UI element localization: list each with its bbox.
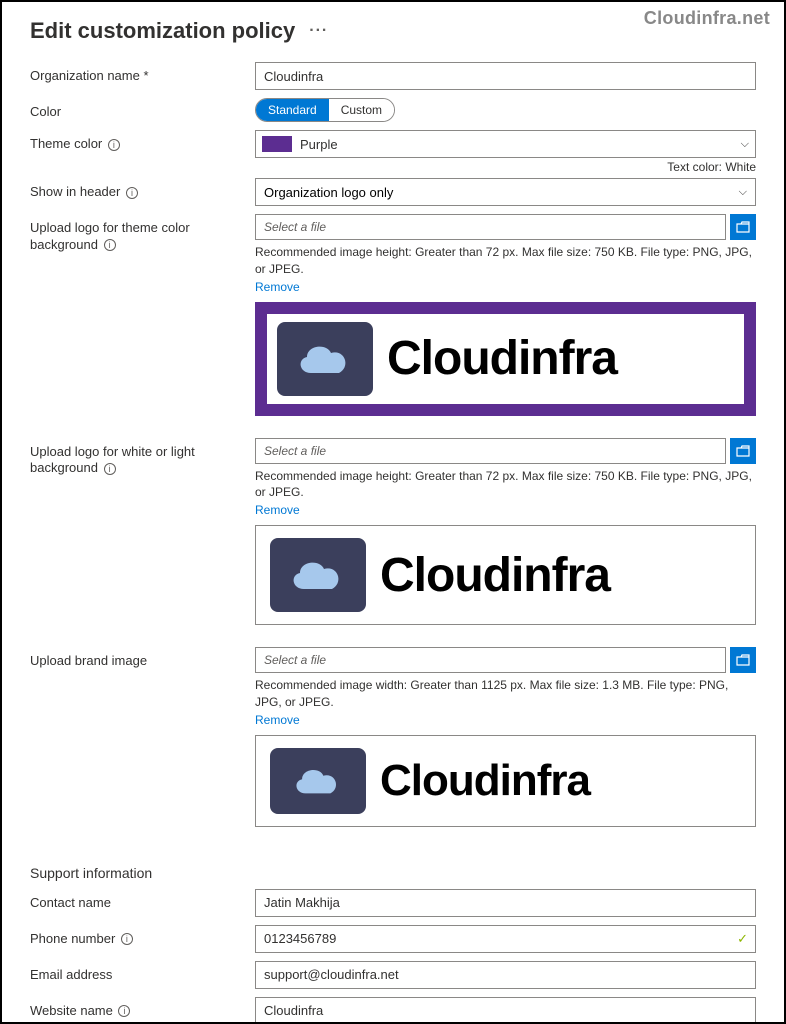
color-label: Color (30, 98, 255, 121)
text-color-note: Text color: White (255, 160, 756, 174)
info-icon[interactable]: i (104, 239, 116, 251)
theme-file-input[interactable]: Select a file (255, 214, 726, 240)
brand-file-input[interactable]: Select a file (255, 647, 726, 673)
website-input[interactable] (255, 997, 756, 1024)
email-label: Email address (30, 961, 255, 984)
website-label: Website name i (30, 997, 255, 1020)
brand-remove-link[interactable]: Remove (255, 713, 756, 727)
brand-name: Cloudinfra (380, 756, 590, 806)
show-in-header-label: Show in header i (30, 178, 255, 201)
logo-icon (270, 538, 366, 612)
theme-color-value: Purple (300, 137, 338, 152)
info-icon[interactable]: i (108, 139, 120, 151)
light-file-input[interactable]: Select a file (255, 438, 726, 464)
browse-button[interactable] (730, 438, 756, 464)
upload-light-label: Upload logo for white or light backgroun… (30, 438, 255, 478)
brand-name: Cloudinfra (387, 331, 617, 386)
color-custom-option[interactable]: Custom (329, 99, 394, 121)
theme-remove-link[interactable]: Remove (255, 280, 756, 294)
light-remove-link[interactable]: Remove (255, 503, 756, 517)
phone-label: Phone number i (30, 925, 255, 948)
show-in-header-select[interactable]: Organization logo only ⌵ (255, 178, 756, 206)
more-icon[interactable]: ··· (309, 22, 328, 40)
upload-theme-label: Upload logo for theme color background i (30, 214, 255, 254)
logo-icon (270, 748, 366, 814)
info-icon[interactable]: i (104, 463, 116, 475)
color-toggle: Standard Custom (255, 98, 395, 122)
folder-icon (736, 445, 750, 457)
contact-name-label: Contact name (30, 889, 255, 912)
light-logo-preview: Cloudinfra (255, 525, 756, 625)
phone-input[interactable] (255, 925, 756, 953)
upload-brand-label: Upload brand image (30, 647, 255, 670)
contact-name-input[interactable] (255, 889, 756, 917)
page-title-text: Edit customization policy (30, 18, 295, 44)
folder-icon (736, 654, 750, 666)
email-input[interactable] (255, 961, 756, 989)
watermark: Cloudinfra.net (644, 8, 770, 29)
folder-icon (736, 221, 750, 233)
info-icon[interactable]: i (126, 187, 138, 199)
theme-hint: Recommended image height: Greater than 7… (255, 244, 756, 278)
browse-button[interactable] (730, 647, 756, 673)
color-swatch (262, 136, 292, 152)
org-name-label: Organization name * (30, 62, 255, 85)
brand-name: Cloudinfra (380, 548, 610, 603)
info-icon[interactable]: i (118, 1005, 130, 1017)
chevron-down-icon: ⌵ (741, 138, 749, 151)
info-icon[interactable]: i (121, 933, 133, 945)
checkmark-icon: ✓ (737, 931, 748, 947)
brand-image-preview: Cloudinfra (255, 735, 756, 827)
theme-color-label: Theme color i (30, 130, 255, 153)
theme-logo-preview: Cloudinfra (255, 302, 756, 416)
light-hint: Recommended image height: Greater than 7… (255, 468, 756, 502)
logo-icon (277, 322, 373, 396)
show-in-header-value: Organization logo only (264, 185, 393, 200)
browse-button[interactable] (730, 214, 756, 240)
support-info-heading: Support information (30, 865, 756, 881)
color-standard-option[interactable]: Standard (256, 99, 329, 121)
theme-color-select[interactable]: Purple ⌵ (255, 130, 756, 158)
brand-hint: Recommended image width: Greater than 11… (255, 677, 756, 711)
chevron-down-icon: ⌵ (739, 186, 747, 199)
org-name-input[interactable] (255, 62, 756, 90)
